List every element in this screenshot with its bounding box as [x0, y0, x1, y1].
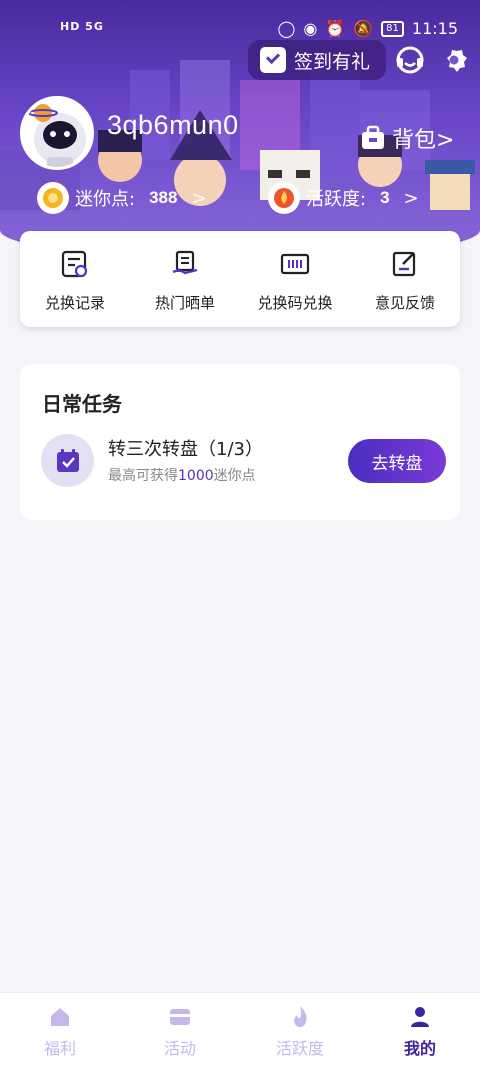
- coins-value: 388: [149, 188, 178, 207]
- alarm-icon: ⏰: [325, 19, 346, 38]
- tab-activity-level[interactable]: 活跃度: [240, 993, 360, 1067]
- task-desc-prefix: 最高可获得: [108, 468, 178, 484]
- eye-icon: ◉: [303, 19, 318, 38]
- clock: 11:15: [411, 19, 458, 38]
- mute-icon: 🔕: [353, 19, 374, 38]
- bottom-navigation: 福利 活动 活跃度 我的: [0, 992, 480, 1067]
- task-description: 最高可获得1000迷你点: [108, 465, 256, 485]
- tab-label: 活跃度: [275, 1039, 324, 1058]
- signin-reward-button[interactable]: 签到有礼: [248, 40, 386, 80]
- signin-label: 签到有礼: [294, 50, 371, 73]
- activity-stat[interactable]: 活跃度: 3 >: [268, 182, 419, 214]
- tab-activities[interactable]: 活动: [120, 993, 240, 1067]
- quick-actions-card: 兑换记录 热门晒单 兑换码兑换 意见反馈: [20, 231, 460, 327]
- mini-coins-stat[interactable]: 迷你点: 388 >: [37, 182, 207, 214]
- activity-label: 活跃度:: [306, 189, 367, 210]
- chevron-right-icon: >: [191, 187, 207, 209]
- status-bar: HD 5G ◯ ◉ ⏰ 🔕 81 11:15: [0, 0, 480, 50]
- coins-label: 迷你点:: [75, 189, 136, 210]
- clipboard-hand-icon: [172, 250, 198, 275]
- barcode-icon: [280, 253, 310, 275]
- record-icon: [61, 250, 88, 278]
- task-name: 转三次转盘（1/3）: [108, 439, 263, 460]
- action-label: 兑换记录: [44, 294, 105, 312]
- person-icon: [411, 1007, 429, 1027]
- calendar-check-icon: [260, 47, 286, 73]
- settings-gear-icon[interactable]: [438, 44, 470, 76]
- backpack-icon: [362, 125, 384, 149]
- tab-mine[interactable]: 我的: [360, 993, 480, 1067]
- daily-tasks-title: 日常任务: [42, 392, 122, 416]
- task-reward-amount: 1000: [178, 468, 214, 484]
- feedback-button[interactable]: 意见反馈: [350, 231, 460, 327]
- calendar-check-icon: [41, 434, 94, 487]
- backpack-label: 背包>: [392, 128, 455, 153]
- coin-icon: [37, 182, 69, 214]
- chevron-right-icon: >: [403, 187, 419, 209]
- flame-icon: [294, 1006, 307, 1027]
- task-desc-suffix: 迷你点: [213, 468, 256, 484]
- tab-label: 福利: [43, 1039, 76, 1058]
- headset-icon[interactable]: [394, 44, 426, 76]
- action-label: 意见反馈: [374, 294, 435, 312]
- action-label: 兑换码兑换: [257, 294, 333, 312]
- backpack-button[interactable]: 背包>: [360, 122, 454, 154]
- battery-indicator: 81: [381, 20, 404, 37]
- redeem-code-button[interactable]: 兑换码兑换: [240, 231, 350, 327]
- username: 3qb6mun0: [107, 110, 239, 140]
- home-icon: [51, 1008, 69, 1026]
- activity-value: 3: [380, 188, 390, 207]
- headphone-icon: ◯: [277, 19, 296, 38]
- popular-showcase-button[interactable]: 热门晒单: [130, 231, 240, 327]
- avatar[interactable]: [20, 96, 94, 170]
- network-indicator: HD 5G: [60, 20, 104, 33]
- feedback-icon: [392, 251, 416, 277]
- card-icon: [170, 1009, 190, 1025]
- flame-badge-icon: [268, 182, 300, 214]
- exchange-records-button[interactable]: 兑换记录: [20, 231, 130, 327]
- tab-welfare[interactable]: 福利: [0, 993, 120, 1067]
- tab-label: 活动: [163, 1039, 196, 1058]
- tab-label: 我的: [403, 1039, 436, 1058]
- go-spin-wheel-button[interactable]: 去转盘: [348, 439, 446, 483]
- action-label: 热门晒单: [154, 294, 215, 312]
- daily-tasks-card: 日常任务 转三次转盘（1/3） 最高可获得1000迷你点 去转盘: [20, 364, 460, 520]
